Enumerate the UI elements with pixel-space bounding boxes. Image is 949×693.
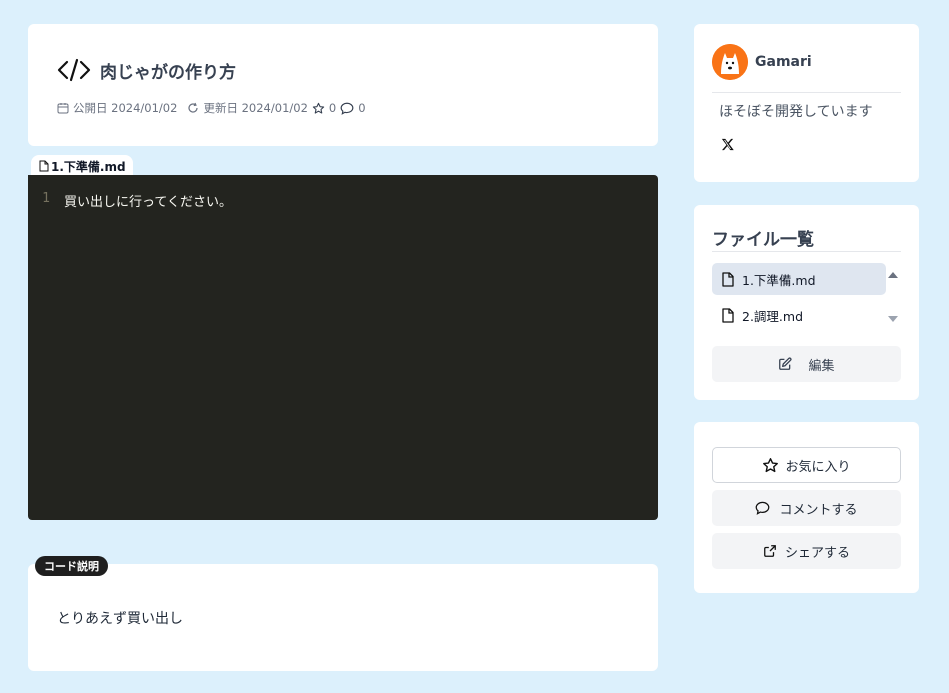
favorite-button[interactable]: お気に入り xyxy=(712,447,901,483)
comment-button[interactable]: コメントする xyxy=(712,490,901,526)
updated-label: 更新日 xyxy=(203,101,238,115)
file-list-heading: ファイル一覧 xyxy=(712,230,814,250)
code-icon xyxy=(56,57,92,83)
star-icon xyxy=(763,457,779,472)
comment-count: 0 xyxy=(340,101,366,115)
editor-file-tab[interactable]: 1.下準備.md xyxy=(31,155,133,177)
avatar[interactable] xyxy=(712,44,748,80)
edit-icon xyxy=(779,357,793,370)
file-list: 1.下準備.md 2.調理.md xyxy=(712,263,886,335)
description-badge: コード説明 xyxy=(35,556,108,576)
description-text: とりあえず買い出し xyxy=(57,611,183,627)
code-editor[interactable]: 1 買い出しに行ってください。 xyxy=(28,175,658,520)
comment-icon xyxy=(340,102,354,115)
file-icon xyxy=(722,271,734,287)
divider xyxy=(712,92,901,93)
actions-card: お気に入り コメントする シェアする xyxy=(694,422,919,593)
comment-icon xyxy=(756,501,770,515)
star-icon xyxy=(312,102,325,114)
favorite-button-label: お気に入り xyxy=(785,459,851,475)
scroll-up-arrow[interactable] xyxy=(888,272,898,278)
file-item[interactable]: 2.調理.md xyxy=(712,299,886,331)
file-icon xyxy=(722,307,734,323)
published-date: 2024/01/02 xyxy=(111,101,178,115)
scroll-down-arrow[interactable] xyxy=(888,316,898,322)
file-icon xyxy=(39,160,49,172)
share-button[interactable]: シェアする xyxy=(712,533,901,569)
file-item-label: 1.下準備.md xyxy=(742,272,816,288)
file-item-label: 2.調理.md xyxy=(742,308,804,324)
calendar-icon xyxy=(57,103,69,114)
star-count: 0 xyxy=(312,101,336,115)
code-line: 1 買い出しに行ってください。 xyxy=(28,191,232,210)
x-icon[interactable] xyxy=(720,137,736,153)
file-tab-label: 1.下準備.md xyxy=(51,159,126,174)
line-number: 1 xyxy=(42,191,50,206)
page-title: 肉じゃがの作り方 xyxy=(100,62,236,83)
title-row: 肉じゃがの作り方 xyxy=(56,57,236,83)
file-item[interactable]: 1.下準備.md xyxy=(712,263,886,295)
refresh-icon xyxy=(188,102,199,113)
file-list-card: ファイル一覧 1.下準備.md 2.調理.md 編集 xyxy=(694,205,919,400)
description-card: とりあえず買い出し xyxy=(28,564,658,671)
comment-button-label: コメントする xyxy=(779,502,858,518)
post-meta: 公開日 2024/01/02 更新日 2024/01/02 0 0 xyxy=(57,100,376,116)
published-label: 公開日 xyxy=(73,101,108,115)
username[interactable]: Gamari xyxy=(755,54,812,70)
edit-button-label: 編集 xyxy=(808,358,835,374)
published-meta: 公開日 2024/01/02 xyxy=(57,100,177,116)
bio: ほそぼそ開発しています xyxy=(719,104,873,120)
divider xyxy=(712,251,901,252)
post-header-card: 肉じゃがの作り方 公開日 2024/01/02 更新日 2024/01/02 0… xyxy=(28,24,658,146)
updated-date: 2024/01/02 xyxy=(241,101,308,115)
share-button-label: シェアする xyxy=(784,545,850,561)
edit-button[interactable]: 編集 xyxy=(712,346,901,382)
profile-card: Gamari ほそぼそ開発しています xyxy=(694,24,919,182)
line-text: 買い出しに行ってください。 xyxy=(64,195,232,210)
share-icon xyxy=(764,545,776,557)
updated-meta: 更新日 2024/01/02 xyxy=(187,100,308,116)
